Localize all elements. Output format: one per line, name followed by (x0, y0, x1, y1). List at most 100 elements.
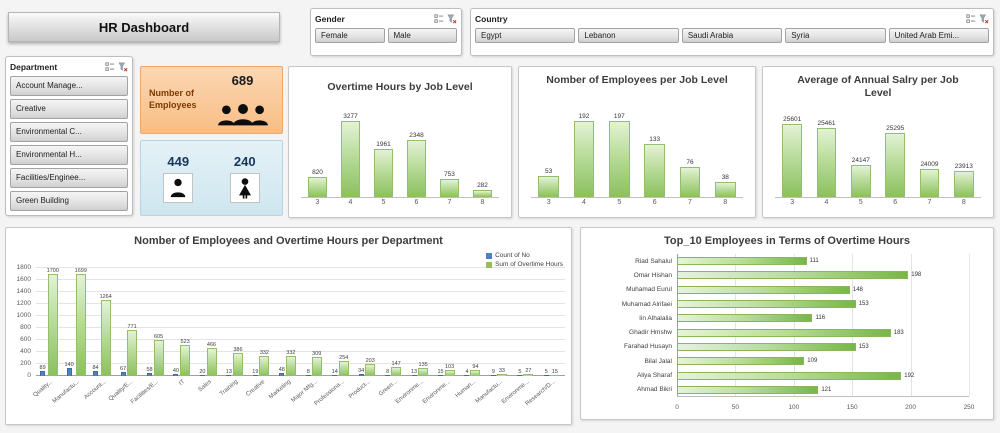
bar-green (523, 374, 534, 376)
bar-group-marketing: 48 332 (274, 268, 300, 376)
dashboard-title-bar: HR Dashboard (8, 12, 280, 42)
bar-row-farahad-husayn: Farahad Husayn 153 (589, 340, 969, 354)
bar-column: 753 (433, 113, 466, 197)
bar-green (153, 339, 164, 376)
slicer-item-creative[interactable]: Creative (10, 99, 128, 119)
x-label: 6 (652, 199, 657, 206)
bar-wrap: 103 (444, 268, 455, 376)
bar-green (496, 374, 507, 376)
slicer-item-syria[interactable]: Syria (785, 28, 886, 43)
x-axis-labels: 3 4 5 6 7 8 (531, 199, 743, 211)
bar-wrap: 15 (437, 268, 444, 376)
bar-wrap: 1700 (47, 268, 59, 376)
value-label: 121 (821, 386, 832, 393)
clear-filter-icon[interactable] (118, 62, 128, 72)
bar-green (180, 344, 191, 376)
slicer-item-green-building[interactable]: Green Building (10, 191, 128, 211)
bar (677, 314, 813, 323)
slicer-item-saudi-arabia[interactable]: Saudi Arabia (681, 28, 783, 43)
top10-overtime-chart-panel: Top_10 Employees in Terms of Overtime Ho… (580, 227, 994, 420)
clear-filter-icon[interactable] (447, 14, 457, 24)
slicer-item-egypt[interactable]: Egypt (475, 28, 576, 43)
bar (472, 190, 493, 197)
bar-green (259, 356, 270, 376)
bar-blue (66, 367, 72, 376)
value-label: 153 (858, 301, 869, 308)
chart-title: Nomber of Employees per Job Level (546, 74, 728, 86)
slicer-item-facilities-enginee[interactable]: Facilities/Enginee... (10, 168, 128, 188)
male-icon (170, 178, 186, 197)
category-label: Muhamad Eurul (626, 286, 672, 294)
x-label: 6 (893, 199, 898, 206)
bar-wrap: 4 (464, 268, 470, 376)
slicer-item-united-arab-emi[interactable]: United Arab Emi... (888, 28, 990, 43)
multiselect-icon[interactable] (966, 13, 976, 24)
bar-wrap: 5 (543, 268, 549, 376)
value-label: 133 (649, 135, 661, 143)
salary-per-level-chart-panel: Average of Annual Salry per Job Level 25… (762, 66, 994, 218)
bar-column: 24147 (844, 113, 878, 197)
bar-group-account: 84 1264 (89, 268, 115, 376)
bar (307, 177, 328, 197)
bar-wrap: 605 (153, 268, 164, 376)
bar-wrap: 33 (496, 268, 507, 376)
bar-green (470, 370, 481, 376)
bar-wrap: 13 (226, 268, 232, 376)
slicer-item-account-manage[interactable]: Account Manage... (10, 76, 128, 96)
bar-blue (464, 374, 470, 376)
clear-filter-icon[interactable] (979, 14, 989, 24)
x-axis-labels: Quality... Manufactu... Account... Quality/… (33, 378, 565, 420)
y-tick-label: 0 (27, 372, 31, 379)
category-label: Riad Sahalul (635, 257, 672, 265)
bar-wrap: 332 (285, 268, 296, 376)
bar-wrap: 19 (252, 268, 258, 376)
bar-wrap: 20 (199, 268, 206, 376)
x-label-slot: Training (219, 378, 247, 420)
x-label: 5 (858, 199, 863, 206)
multiselect-icon[interactable] (434, 13, 444, 24)
bar-track: 192 (677, 368, 969, 382)
bar-wrap: 27 (523, 268, 534, 376)
multiselect-icon[interactable] (105, 61, 115, 72)
bar-wrap: 14 (332, 268, 338, 376)
legend-item: Sum of Overtime Hours (486, 261, 563, 268)
value-label: 116 (815, 315, 826, 322)
bar-wrap: 8 (305, 268, 311, 376)
x-label: IT (178, 379, 187, 388)
bar-column: 25295 (878, 113, 912, 197)
bar-green (549, 374, 560, 376)
x-label: Green... (377, 379, 399, 398)
slicer-item-female[interactable]: Female (315, 28, 385, 43)
slicer-item-male[interactable]: Male (387, 28, 457, 43)
x-tick-label: 150 (846, 404, 858, 411)
bar-blue (40, 370, 46, 376)
bar-track: 109 (677, 354, 969, 368)
x-label: 4 (348, 199, 353, 206)
bar-group-quality-e: 67 771 (115, 268, 141, 376)
employees-total-value: 689 (231, 73, 254, 88)
x-label: 7 (447, 199, 452, 206)
bar-group-environme: 15 103 (433, 268, 459, 376)
bar-wrap: 94 (470, 268, 481, 376)
x-label-slot: Environme... (422, 378, 459, 420)
slicer-item-lebanon[interactable]: Lebanon (578, 28, 679, 43)
bar-row-omar-hishan: Omar Hishan 198 (589, 268, 969, 282)
x-label: 5 (381, 199, 386, 206)
plot-area: 820 3277 1961 2348 753 282 (301, 113, 499, 198)
slicer-item-environmental-h[interactable]: Environmental H... (10, 145, 128, 165)
employees-kpi-value-area: 689 (211, 73, 274, 127)
x-label: 3 (315, 199, 320, 206)
bar-blue (543, 374, 549, 376)
chart-title: Nomber of Employees and Overtime Hours p… (134, 235, 443, 247)
bar (340, 121, 361, 197)
plot-area: 89 1700 140 1699 84 1264 67 771 58 605 40 523 20 466 1… (36, 267, 565, 376)
bar (573, 121, 595, 197)
bar-green (418, 367, 429, 376)
bar-wrap: 1264 (100, 268, 112, 376)
bar-wrap: 309 (311, 268, 322, 376)
slicer-item-environmental-c[interactable]: Environmental C... (10, 122, 128, 142)
x-axis-labels: 0 50 100 150 200 250 (675, 399, 974, 413)
country-slicer-icons (966, 13, 989, 24)
y-tick-label: 1000 (16, 312, 31, 319)
plot-area: 53 192 197 133 76 38 (531, 113, 743, 198)
